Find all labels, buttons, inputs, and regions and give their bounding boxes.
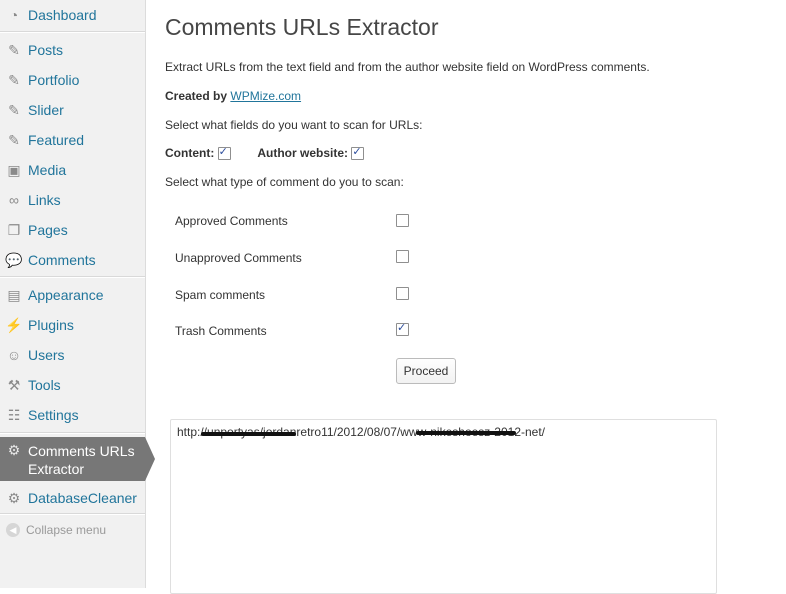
main-content: Comments URLs Extractor Extract URLs fro… xyxy=(165,0,786,594)
sidebar-item-comments[interactable]: 💬 Comments xyxy=(0,245,145,275)
approved-comments-checkbox[interactable] xyxy=(396,214,409,227)
trash-comments-label: Trash Comments xyxy=(175,324,267,338)
sidebar-item-databasecleaner[interactable]: ⚙ DatabaseCleaner xyxy=(0,483,145,513)
sidebar-item-users[interactable]: ☺ Users xyxy=(0,340,145,370)
sidebar-item-media[interactable]: ▣ Media xyxy=(0,155,145,185)
sidebar-item-appearance[interactable]: ▤ Appearance xyxy=(0,280,145,310)
sidebar-item-plugins[interactable]: ⚡ Plugins xyxy=(0,310,145,340)
sidebar-item-label: Comments URLs Extractor xyxy=(28,443,135,477)
admin-sidebar: ◔ Dashboard ✎ Posts ✎ Portfolio ✎ Slider… xyxy=(0,0,155,588)
trash-comments-checkbox[interactable] xyxy=(396,321,409,336)
fields-row: Content: Author website: xyxy=(165,145,365,161)
proceed-button[interactable]: Proceed xyxy=(396,358,456,384)
plugin-icon: ⚡ xyxy=(5,317,23,333)
redaction-scribble xyxy=(416,431,516,435)
gear-icon: ⚙ xyxy=(7,442,21,458)
pages-icon: ❐ xyxy=(7,222,21,238)
sidebar-item-dashboard[interactable]: ◔ Dashboard xyxy=(0,0,145,30)
unapproved-comments-checkbox[interactable] xyxy=(396,250,409,263)
pin-icon: ✎ xyxy=(8,102,20,118)
sidebar-item-comments-urls-extractor[interactable]: ⚙ Comments URLs Extractor xyxy=(0,437,155,481)
pin-icon: ✎ xyxy=(8,132,20,148)
pin-icon: ✎ xyxy=(8,72,20,88)
appearance-icon: ▤ xyxy=(7,287,21,303)
spam-comments-checkbox[interactable] xyxy=(396,287,409,300)
pin-icon: ✎ xyxy=(8,42,20,58)
spam-comments-label: Spam comments xyxy=(175,288,266,302)
sidebar-item-tools[interactable]: ⚒ Tools xyxy=(0,370,145,400)
link-icon: ∞ xyxy=(9,192,19,208)
collapse-menu-button[interactable]: ◀ Collapse menu xyxy=(0,515,145,545)
collapse-arrow-icon: ◀ xyxy=(6,523,20,537)
settings-icon: ☷ xyxy=(7,407,21,423)
sidebar-item-links[interactable]: ∞ Links xyxy=(0,185,145,215)
author-website-checkbox[interactable] xyxy=(351,145,365,161)
type-prompt: Select what type of comment do you to sc… xyxy=(165,175,404,189)
menu-separator xyxy=(0,276,145,278)
sidebar-item-portfolio[interactable]: ✎ Portfolio xyxy=(0,65,145,95)
users-icon: ☺ xyxy=(6,347,22,363)
dashboard-icon: ◔ xyxy=(9,7,19,23)
unapproved-comments-label: Unapproved Comments xyxy=(175,251,302,265)
content-checkbox[interactable] xyxy=(217,145,231,161)
approved-comments-label: Approved Comments xyxy=(175,214,288,228)
sidebar-item-posts[interactable]: ✎ Posts xyxy=(0,35,145,65)
created-by-line: Created by WPMize.com xyxy=(165,89,302,103)
results-textarea[interactable]: http://unportyas/jordanretro11/2012/08/0… xyxy=(170,419,717,594)
wpmize-link[interactable]: WPMize.com xyxy=(230,89,301,103)
gear-icon: ⚙ xyxy=(7,490,21,506)
sidebar-item-slider[interactable]: ✎ Slider xyxy=(0,95,145,125)
sidebar-item-settings[interactable]: ☷ Settings xyxy=(0,400,145,430)
media-icon: ▣ xyxy=(7,162,21,178)
tools-icon: ⚒ xyxy=(7,377,21,393)
sidebar-item-pages[interactable]: ❐ Pages xyxy=(0,215,145,245)
menu-separator xyxy=(0,31,145,33)
current-indicator-arrow xyxy=(145,437,155,481)
sidebar-item-featured[interactable]: ✎ Featured xyxy=(0,125,145,155)
fields-prompt: Select what fields do you want to scan f… xyxy=(165,118,423,132)
page-title: Comments URLs Extractor xyxy=(165,14,439,40)
redaction-scribble xyxy=(201,432,296,436)
comment-icon: 💬 xyxy=(5,252,23,268)
menu-separator xyxy=(0,432,145,434)
plugin-description: Extract URLs from the text field and fro… xyxy=(165,60,650,74)
